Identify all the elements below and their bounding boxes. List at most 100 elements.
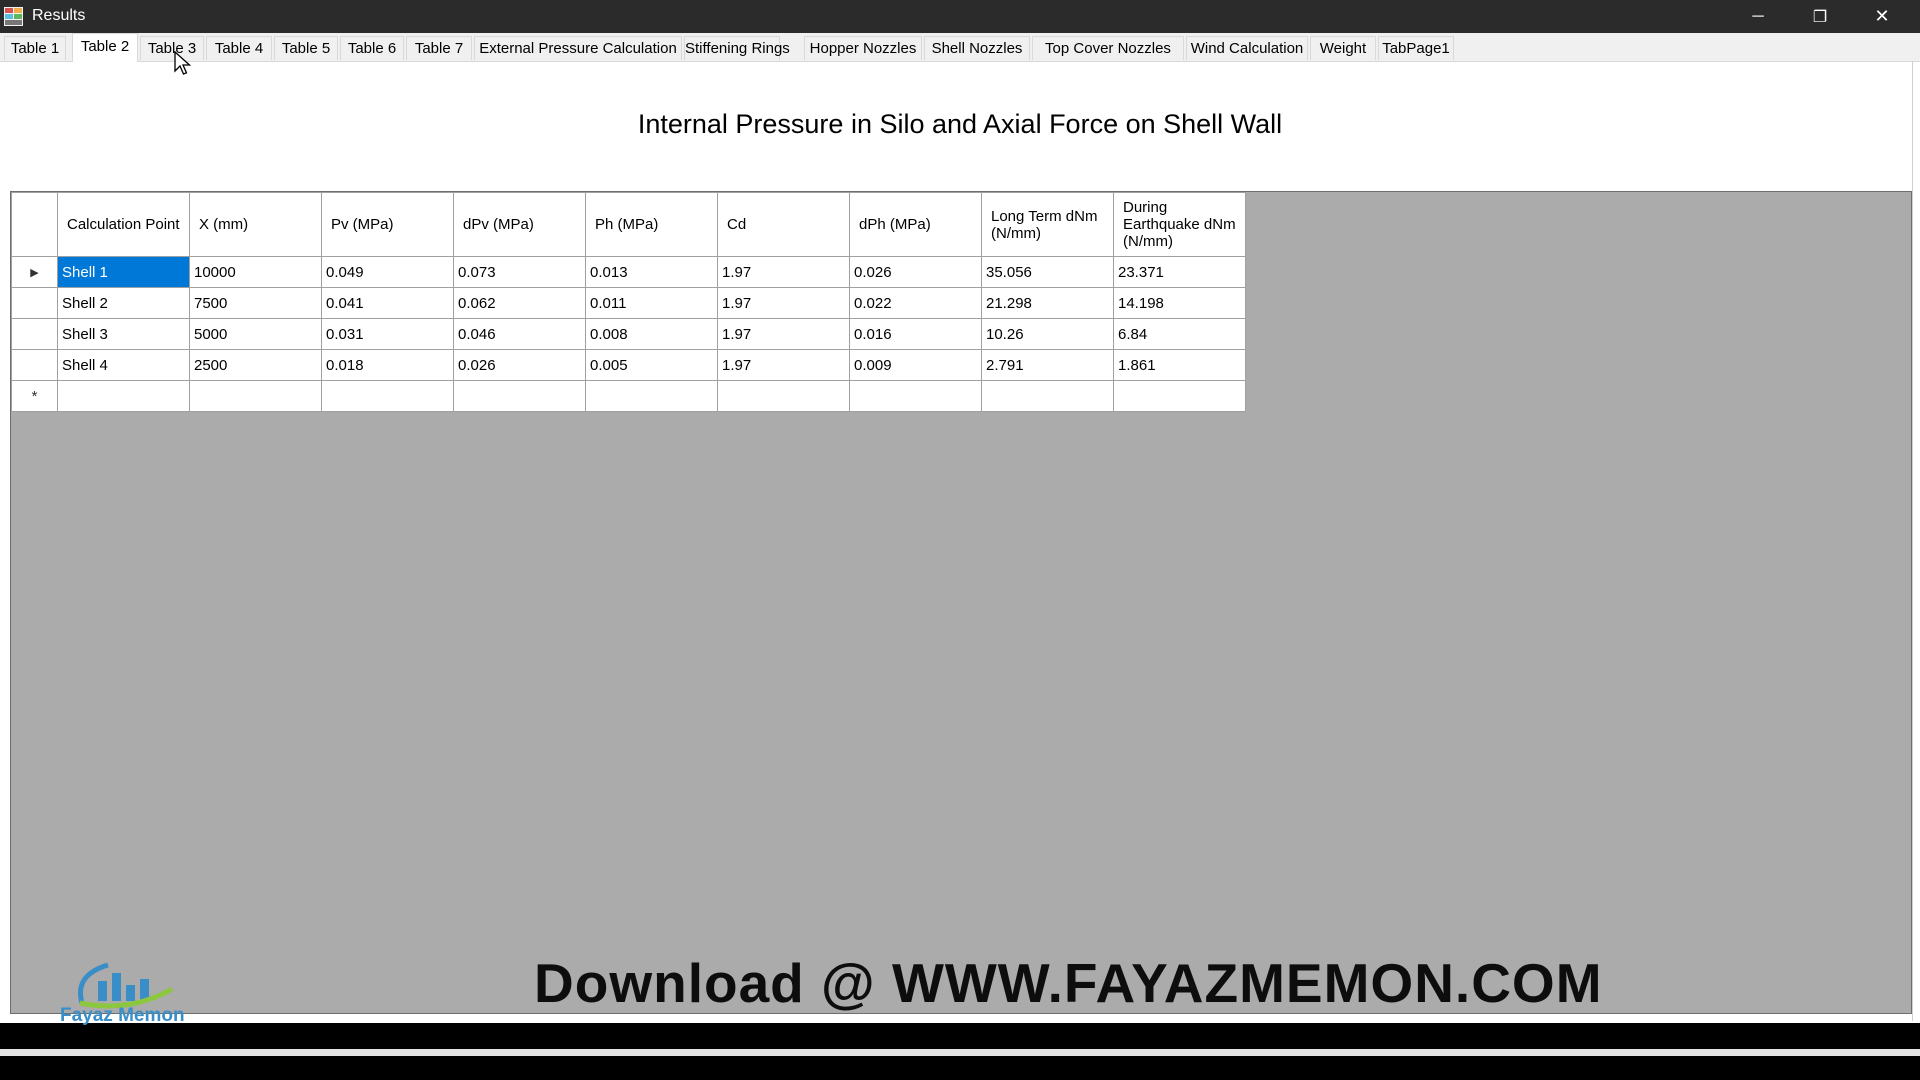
tab-table-4[interactable]: Table 4 — [206, 36, 272, 60]
table-cell[interactable]: 0.031 — [321, 318, 454, 350]
bottom-border — [0, 1049, 1920, 1056]
new-row-cell[interactable] — [981, 380, 1114, 412]
table-cell[interactable]: 5000 — [189, 318, 322, 350]
window-title: Results — [32, 7, 86, 24]
row-header-corner[interactable] — [11, 192, 58, 257]
table-cell[interactable]: 0.026 — [453, 349, 586, 381]
table-cell[interactable]: 0.005 — [585, 349, 718, 381]
tab-shell-nozzles[interactable]: Shell Nozzles — [924, 36, 1030, 60]
table-cell[interactable]: 35.056 — [981, 256, 1114, 288]
table-row[interactable]: Shell 4 2500 0.018 0.026 0.005 1.97 0.009 2.791… — [11, 349, 1246, 381]
table-cell[interactable]: 2.791 — [981, 349, 1114, 381]
client-area: Table 1 Table 2 Table 3 Table 4 Table 5 Table… — [0, 33, 1920, 1056]
close-icon: ✕ — [1874, 6, 1890, 26]
table-cell[interactable]: Shell 1 — [57, 256, 190, 288]
restore-button[interactable]: ❐ — [1789, 0, 1851, 33]
row-header[interactable] — [11, 287, 58, 319]
table-cell[interactable]: 0.062 — [453, 287, 586, 319]
tab-external-pressure-calculation[interactable]: External Pressure Calculation — [474, 36, 682, 60]
table-cell[interactable]: 14.198 — [1113, 287, 1246, 319]
table-cell[interactable]: 1.97 — [717, 318, 850, 350]
app-icon — [4, 7, 23, 26]
table-cell[interactable]: 0.073 — [453, 256, 586, 288]
new-row-cell[interactable] — [1113, 380, 1246, 412]
column-header[interactable]: Long Term dNm (N/mm) — [981, 192, 1114, 257]
logo-text: Fayaz Memon — [60, 1005, 185, 1026]
tab-tabpage1[interactable]: TabPage1 — [1378, 36, 1454, 60]
table-cell[interactable]: 0.026 — [849, 256, 982, 288]
header-row: Calculation Point X (mm) Pv (MPa) dPv (M… — [11, 192, 1246, 257]
new-row-cell[interactable] — [321, 380, 454, 412]
table-cell[interactable]: 0.013 — [585, 256, 718, 288]
table-cell[interactable]: 1.861 — [1113, 349, 1246, 381]
new-row-cell[interactable] — [585, 380, 718, 412]
column-header[interactable]: Cd — [717, 192, 850, 257]
table-cell[interactable]: 10.26 — [981, 318, 1114, 350]
tab-table-6[interactable]: Table 6 — [340, 36, 404, 60]
column-header[interactable]: Calculation Point — [57, 192, 190, 257]
new-row[interactable]: * — [11, 380, 1246, 412]
row-header[interactable]: ▶ — [11, 256, 58, 288]
results-table: Calculation Point X (mm) Pv (MPa) dPv (M… — [11, 192, 1246, 412]
close-button[interactable]: ✕ — [1851, 0, 1913, 33]
table-cell[interactable]: 0.049 — [321, 256, 454, 288]
tab-table-3[interactable]: Table 3 — [140, 36, 204, 60]
table-cell[interactable]: 21.298 — [981, 287, 1114, 319]
tab-table-7[interactable]: Table 7 — [406, 36, 472, 60]
new-row-cell[interactable] — [453, 380, 586, 412]
table-cell[interactable]: 1.97 — [717, 256, 850, 288]
row-header[interactable] — [11, 349, 58, 381]
window-title-bar[interactable]: Results ─ ❐ ✕ — [0, 0, 1920, 33]
table-cell[interactable]: Shell 2 — [57, 287, 190, 319]
new-row-cell[interactable] — [57, 380, 190, 412]
new-row-marker[interactable]: * — [11, 380, 58, 412]
table-cell[interactable]: 0.041 — [321, 287, 454, 319]
minimize-button[interactable]: ─ — [1727, 0, 1789, 33]
table-row[interactable]: Shell 2 7500 0.041 0.062 0.011 1.97 0.022 21.29… — [11, 287, 1246, 319]
column-header[interactable]: X (mm) — [189, 192, 322, 257]
new-row-cell[interactable] — [717, 380, 850, 412]
tab-stiffening-rings[interactable]: Stiffening Rings — [684, 36, 790, 60]
column-header[interactable]: During Earthquake dNm (N/mm) — [1113, 192, 1246, 257]
new-row-cell[interactable] — [189, 380, 322, 412]
table-cell[interactable]: 1.97 — [717, 349, 850, 381]
download-watermark: Download @ WWW.FAYAZMEMON.COM — [534, 952, 1603, 1014]
table-cell[interactable]: 0.018 — [321, 349, 454, 381]
restore-icon: ❐ — [1812, 8, 1828, 26]
table-cell[interactable]: 0.009 — [849, 349, 982, 381]
tab-top-cover-nozzles[interactable]: Top Cover Nozzles — [1032, 36, 1184, 60]
table-row[interactable]: ▶ Shell 1 10000 0.049 0.073 0.013 1.97 0.026 35.… — [11, 256, 1246, 288]
table-cell[interactable]: 6.84 — [1113, 318, 1246, 350]
table-cell[interactable]: 1.97 — [717, 287, 850, 319]
mouse-cursor-icon — [174, 51, 192, 75]
table-cell[interactable]: 23.371 — [1113, 256, 1246, 288]
table-cell[interactable]: 10000 — [189, 256, 322, 288]
new-row-cell[interactable] — [849, 380, 982, 412]
table-row[interactable]: Shell 3 5000 0.031 0.046 0.008 1.97 0.016 10.26… — [11, 318, 1246, 350]
table-cell[interactable]: 0.022 — [849, 287, 982, 319]
tab-table-1[interactable]: Table 1 — [4, 36, 66, 60]
table-cell[interactable]: 0.011 — [585, 287, 718, 319]
column-header[interactable]: Pv (MPa) — [321, 192, 454, 257]
tab-table-2[interactable]: Table 2 — [72, 33, 138, 62]
tab-wind-calculation[interactable]: Wind Calculation — [1186, 36, 1308, 60]
tab-weight[interactable]: Weight — [1310, 36, 1376, 60]
table-cell[interactable]: 0.046 — [453, 318, 586, 350]
page-title: Internal Pressure in Silo and Axial Forc… — [637, 109, 1283, 139]
row-header[interactable] — [11, 318, 58, 350]
minimize-icon: ─ — [1752, 7, 1764, 25]
table-cell[interactable]: 7500 — [189, 287, 322, 319]
column-header[interactable]: dPv (MPa) — [453, 192, 586, 257]
table-cell[interactable]: 0.016 — [849, 318, 982, 350]
column-header[interactable]: dPh (MPa) — [849, 192, 982, 257]
column-header[interactable]: Ph (MPa) — [585, 192, 718, 257]
table-cell[interactable]: Shell 3 — [57, 318, 190, 350]
table-cell[interactable]: 0.008 — [585, 318, 718, 350]
tab-strip: Table 1 Table 2 Table 3 Table 4 Table 5 Table… — [0, 33, 1920, 62]
tab-table-5[interactable]: Table 5 — [274, 36, 338, 60]
table-cell[interactable]: Shell 4 — [57, 349, 190, 381]
vertical-scroll-edge — [1912, 61, 1913, 1021]
table-cell[interactable]: 2500 — [189, 349, 322, 381]
tab-hopper-nozzles[interactable]: Hopper Nozzles — [804, 36, 922, 60]
results-grid[interactable]: Calculation Point X (mm) Pv (MPa) dPv (M… — [10, 191, 1912, 1014]
